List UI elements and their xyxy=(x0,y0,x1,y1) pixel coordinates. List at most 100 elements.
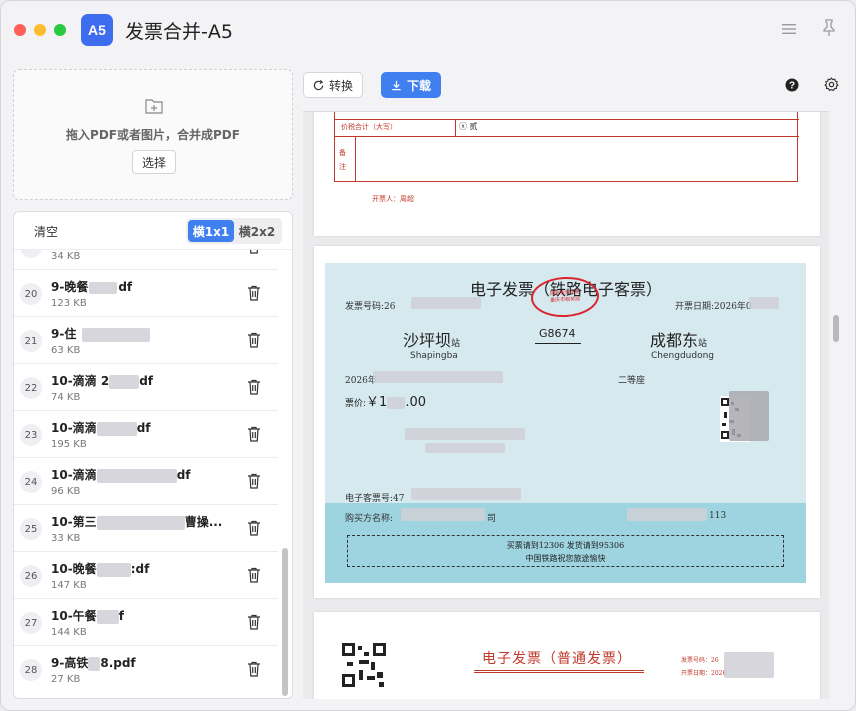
list-item[interactable]: 20 9-晚餐 df 123 KB xyxy=(14,270,278,317)
trash-icon[interactable] xyxy=(247,250,261,254)
download-label: 下载 xyxy=(406,78,431,93)
item-number: 22 xyxy=(20,377,42,399)
issuer-label: 开票人：周超 xyxy=(372,195,414,203)
list-item[interactable]: 24 10-滴滴 df 96 KB xyxy=(14,458,278,505)
buyer-code-tail: 113 xyxy=(709,511,727,521)
preview-scrollbar[interactable] xyxy=(833,315,839,342)
gear-icon[interactable] xyxy=(824,77,839,92)
trash-icon[interactable] xyxy=(247,614,261,630)
file-list: 19 34 KB 20 9-晚餐df 123 KB 21 9-住 63 KB 2… xyxy=(14,250,278,698)
item-name: 10-滴滴 2 df xyxy=(51,374,154,389)
item-size: 27 KB xyxy=(51,674,81,685)
trash-icon[interactable] xyxy=(247,285,261,301)
trash-icon[interactable] xyxy=(247,661,261,677)
item-name: 10-第三 曹操... xyxy=(51,515,223,530)
item-number: 20 xyxy=(20,283,42,305)
item-number: 28 xyxy=(20,659,42,681)
close-window-button[interactable] xyxy=(14,24,26,36)
footer-line-1: 买票请到12306 发货请到95306 xyxy=(506,541,625,550)
total-label: 价税合计（大写） xyxy=(341,123,397,131)
trash-icon[interactable] xyxy=(247,426,261,442)
item-number: 25 xyxy=(20,518,42,540)
item-name: 10-晚餐:df xyxy=(51,562,150,577)
eticket-number-label: 电子客票号:47 xyxy=(345,494,405,504)
list-item[interactable]: 21 9-住 63 KB xyxy=(14,317,278,364)
from-station: 沙坪坝站 xyxy=(403,331,461,350)
item-size: 63 KB xyxy=(51,345,81,356)
item-number: 21 xyxy=(20,330,42,352)
item-name: 10-滴滴 df xyxy=(51,468,191,483)
app-logo: A5 xyxy=(81,14,113,46)
minimize-window-button[interactable] xyxy=(34,24,46,36)
layout-switch: 横1x1 横2x2 xyxy=(186,218,282,244)
direction-arrow xyxy=(535,343,581,344)
item-number: 26 xyxy=(20,565,42,587)
download-icon xyxy=(392,80,401,90)
seat-class: 二等座 xyxy=(618,376,646,386)
list-item[interactable]: 28 9-高铁 8.pdf 27 KB xyxy=(14,646,278,693)
trash-icon[interactable] xyxy=(247,520,261,536)
preview-page: 价税合计（大写） ⓧ 贰 备注 开票人：周超 xyxy=(314,112,820,236)
list-item[interactable]: 22 10-滴滴 2 df 74 KB xyxy=(14,364,278,411)
preview-page: 电子发票（铁路电子客票） 国家税务总局 重庆市税务局 发票号码:26 开票日期:… xyxy=(314,246,820,598)
clear-button[interactable]: 清空 xyxy=(34,223,58,240)
invoice-table: 价税合计（大写） ⓧ 贰 备注 xyxy=(334,112,799,182)
item-name: 9-晚餐 df xyxy=(51,280,133,294)
item-name: 9-住 xyxy=(51,325,231,342)
list-item[interactable]: 25 10-第三 曹操... 33 KB xyxy=(14,505,278,552)
list-item[interactable]: 19 34 KB xyxy=(14,250,278,270)
item-size: 34 KB xyxy=(51,251,81,262)
rail-ticket: 电子发票（铁路电子客票） 国家税务总局 重庆市税务局 发票号码:26 开票日期:… xyxy=(325,263,806,583)
title-underline xyxy=(474,670,644,673)
trash-icon[interactable] xyxy=(247,473,261,489)
file-list-panel: 清空 横1x1 横2x2 19 34 KB 20 9-晚餐df 123 KB xyxy=(13,211,293,699)
trash-icon[interactable] xyxy=(247,567,261,583)
folder-add-icon xyxy=(145,99,163,114)
pin-icon[interactable] xyxy=(821,19,837,37)
invoice-number-label: 发票号码:26 xyxy=(345,302,396,312)
app-title: 发票合并-A5 xyxy=(125,21,233,43)
item-name: 9-高铁 8.pdf xyxy=(51,656,136,671)
layout-1x1-option[interactable]: 横1x1 xyxy=(188,220,234,242)
pdf-preview[interactable]: 价税合计（大写） ⓧ 贰 备注 开票人：周超 电子发票（铁路电子客票） 国家税务… xyxy=(303,111,829,699)
maximize-window-button[interactable] xyxy=(54,24,66,36)
list-item[interactable]: 23 10-滴滴 df 195 KB xyxy=(14,411,278,458)
file-list-header: 清空 横1x1 横2x2 xyxy=(14,212,292,250)
download-button[interactable]: 下载 xyxy=(381,72,441,98)
item-size: 74 KB xyxy=(51,392,81,403)
trash-icon[interactable] xyxy=(247,332,261,348)
layout-2x2-option[interactable]: 横2x2 xyxy=(234,220,280,242)
item-number: 24 xyxy=(20,471,42,493)
list-item[interactable]: 27 10-午餐 f 144 KB xyxy=(14,599,278,646)
help-icon[interactable]: ? xyxy=(785,78,799,92)
list-item[interactable]: 26 10-晚餐:df 147 KB xyxy=(14,552,278,599)
buyer-name-tail: 司 xyxy=(487,514,497,524)
select-file-button[interactable]: 选择 xyxy=(132,150,176,174)
convert-button[interactable]: 转换 xyxy=(303,72,363,98)
drop-zone[interactable]: 拖入PDF或者图片，合并成PDF 选择 xyxy=(13,69,293,200)
item-number: 27 xyxy=(20,612,42,634)
trash-icon[interactable] xyxy=(247,379,261,395)
item-size: 123 KB xyxy=(51,298,87,309)
invoice-title: 电子发票（普通发票） xyxy=(482,651,632,667)
menu-icon[interactable] xyxy=(781,21,797,37)
total-value: ⓧ 贰 xyxy=(459,122,478,131)
item-size: 33 KB xyxy=(51,533,81,544)
qr-code xyxy=(341,642,387,688)
invoice-number-label: 发票号码：26 xyxy=(681,657,719,664)
buyer-label: 购买方名称: xyxy=(345,514,394,524)
ticket-footer: 买票请到12306 发货请到95306 中国铁路祝您旅途愉快 xyxy=(347,535,784,567)
item-size: 195 KB xyxy=(51,439,87,450)
to-pinyin: Chengdudong xyxy=(651,351,714,361)
ticket-price: 票价:￥1.00 xyxy=(345,395,427,410)
app-window: A5 发票合并-A5 拖入PDF或者图片，合并成PDF 选择 清空 横1x1 横… xyxy=(0,0,856,711)
issue-date-label: 开票日期：2026 xyxy=(681,670,727,677)
footer-line-2: 中国铁路祝您旅途愉快 xyxy=(525,554,606,563)
svg-text:?: ? xyxy=(789,81,795,92)
title-bar: A5 发票合并-A5 xyxy=(1,1,855,59)
convert-label: 转换 xyxy=(328,78,353,93)
item-number: 23 xyxy=(20,424,42,446)
item-name: 10-滴滴 df xyxy=(51,421,151,436)
item-size: 144 KB xyxy=(51,627,87,638)
file-list-scrollbar[interactable] xyxy=(282,548,288,696)
